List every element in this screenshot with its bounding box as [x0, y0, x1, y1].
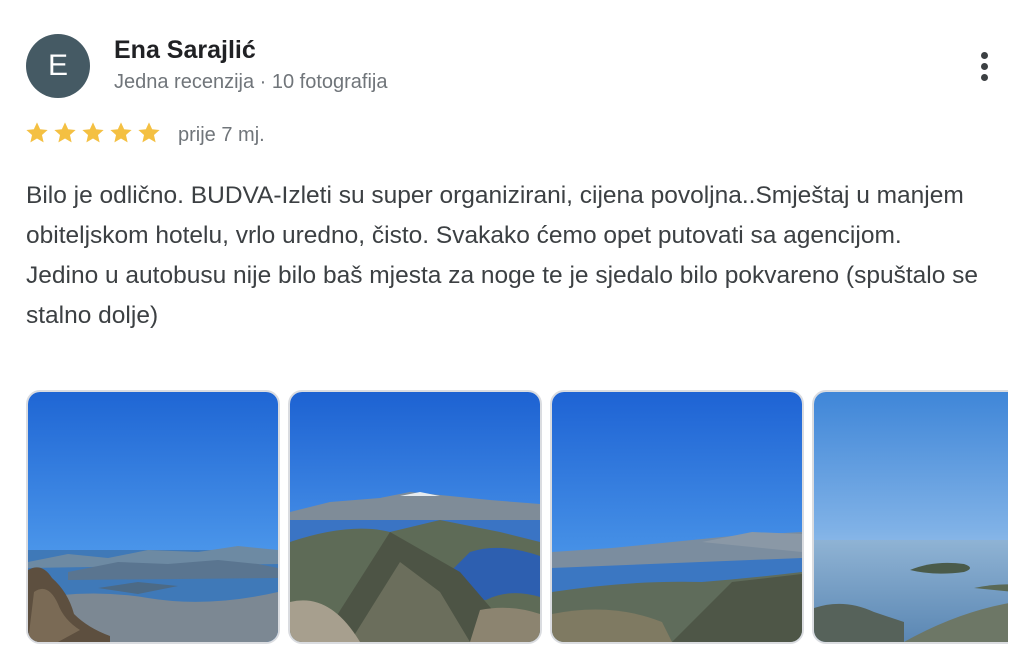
star-icon [26, 122, 48, 143]
star-icon [82, 122, 104, 143]
review-photo[interactable] [812, 390, 1008, 644]
star-icon [138, 122, 160, 143]
photo-image [552, 392, 802, 642]
author-name[interactable]: Ena Sarajlić [114, 36, 256, 65]
more-options-button[interactable] [964, 44, 1004, 88]
avatar[interactable]: E [26, 34, 90, 98]
review-photo[interactable] [550, 390, 804, 644]
review-photo[interactable] [288, 390, 542, 644]
photo-image [290, 392, 540, 642]
star-rating [24, 120, 162, 146]
review-text: Bilo je odlično. BUDVA-Izleti su super o… [26, 182, 979, 329]
review-date: prije 7 mj. [178, 124, 265, 146]
photo-gallery [26, 390, 1008, 644]
more-vertical-icon-dot [980, 62, 988, 70]
star-icon [54, 122, 76, 143]
star-icon [110, 122, 132, 143]
photo-image [814, 392, 1008, 642]
photo-image [28, 392, 278, 642]
more-vertical-icon-dot [980, 73, 988, 81]
more-vertical-icon [980, 51, 988, 59]
review-photo[interactable] [26, 390, 280, 644]
author-meta: Jedna recenzija · 10 fotografija [114, 71, 388, 93]
